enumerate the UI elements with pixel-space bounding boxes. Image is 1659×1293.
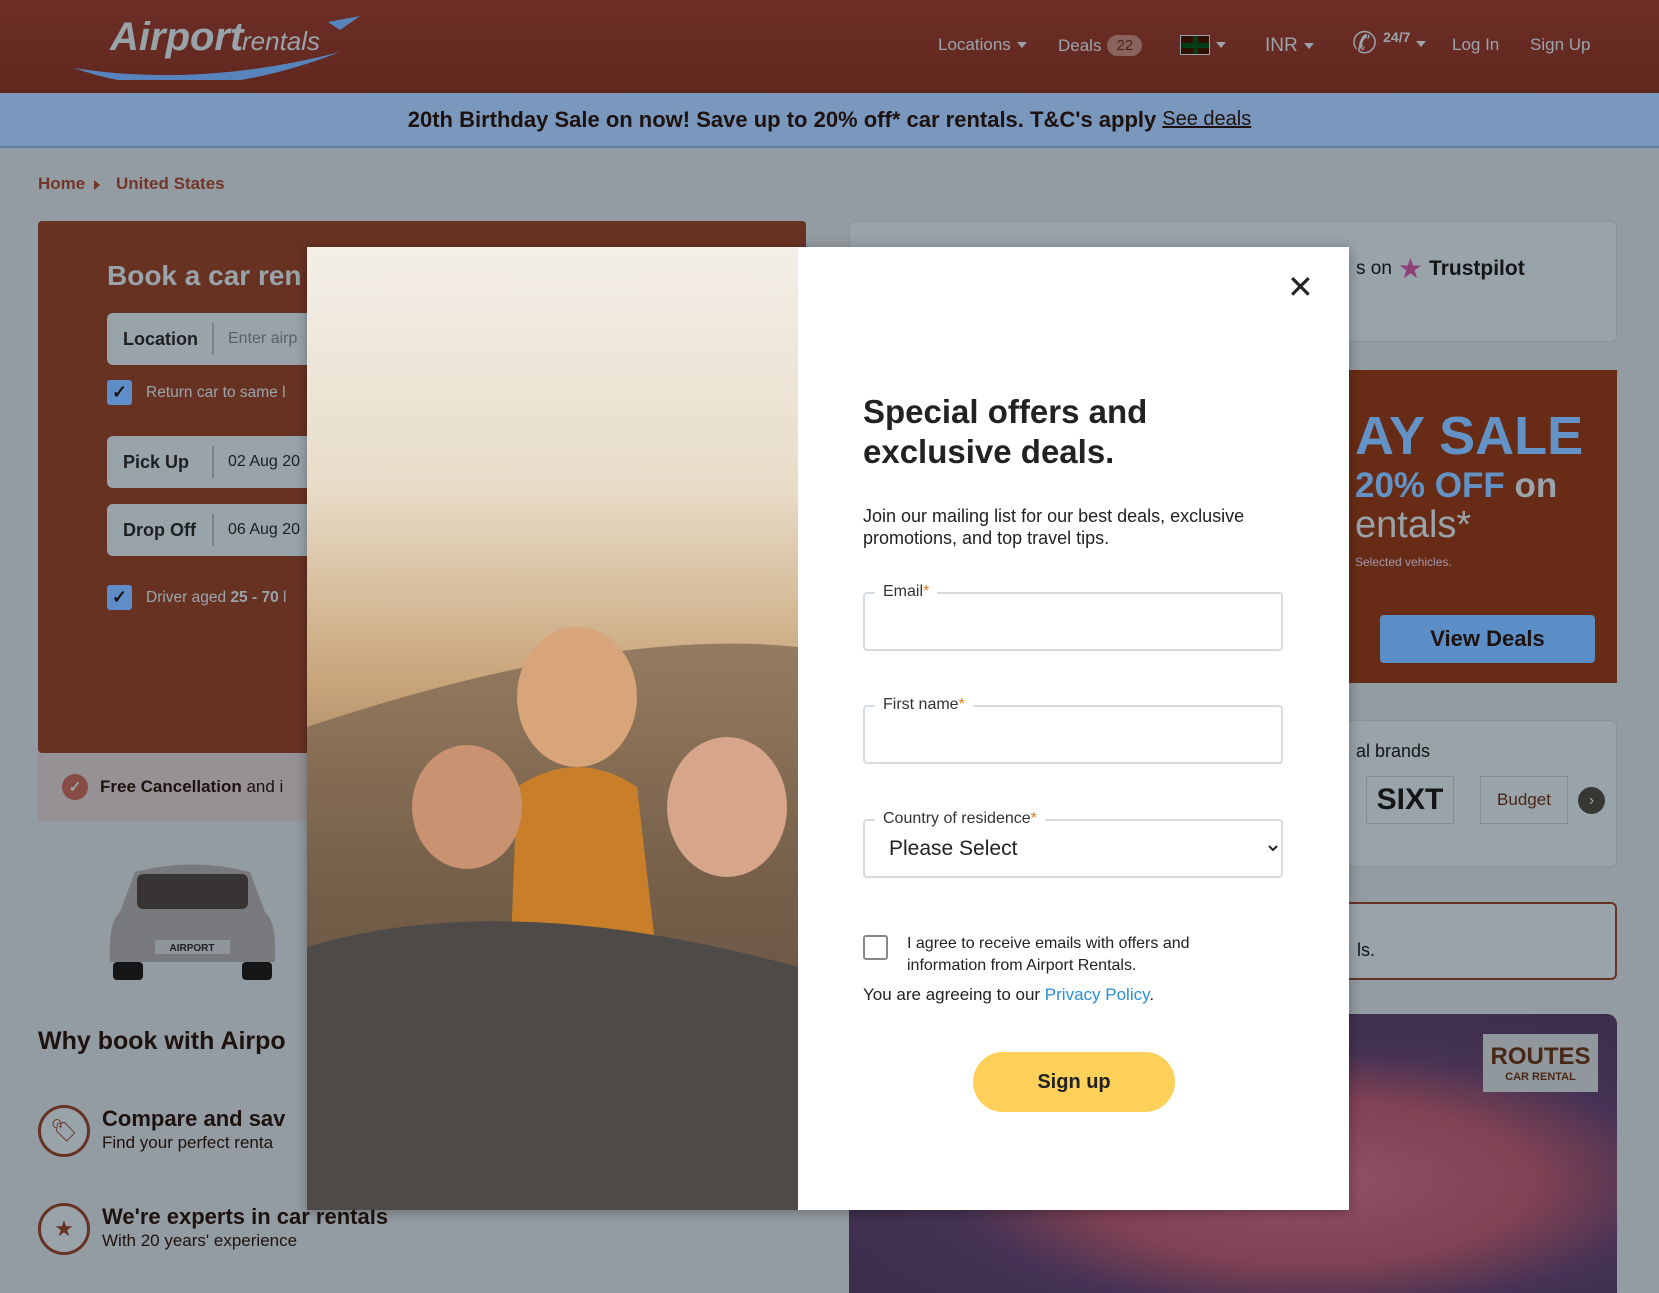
modal-heading: Special offers and exclusive deals. — [863, 393, 1148, 470]
svg-text:Airport: Airport — [109, 15, 245, 59]
price-tag-icon: 🏷 — [38, 1105, 90, 1157]
phone-icon: ✆ — [1352, 27, 1378, 60]
login-link[interactable]: Log In — [1452, 35, 1499, 55]
sixt-logo[interactable]: SIXT — [1366, 776, 1454, 824]
first-name-label: First name* — [875, 696, 973, 714]
phone-label: 24/7 — [1383, 28, 1411, 45]
chevron-down-icon — [1303, 43, 1314, 49]
first-name-field[interactable]: First name* — [863, 696, 1283, 764]
promo-text: 20th Birthday Sale on now! Save up to 20… — [407, 106, 1157, 132]
deals-label: Deals — [1058, 35, 1102, 55]
brands-title: al brands — [1356, 741, 1431, 761]
nav-deals[interactable]: Deals 22 — [1058, 35, 1143, 56]
breadcrumb-home[interactable]: Home — [38, 174, 85, 194]
experts-icon: ★ — [38, 1203, 90, 1255]
family-car-photo — [307, 247, 798, 1210]
svg-text:rentals: rentals — [242, 26, 320, 56]
modal-intro: Join our mailing list for our best deals… — [863, 506, 1245, 548]
currency-selector[interactable]: INR — [1265, 35, 1314, 57]
dropoff-label: Drop Off — [107, 514, 214, 546]
site-header: Airport rentals Locations Deals 22 INR ✆ 24… — [0, 0, 1659, 93]
privacy-text: You are agreeing to our Privacy Policy. — [863, 985, 1155, 1004]
promo-banner: 20th Birthday Sale on now! Save up to 20… — [0, 93, 1659, 148]
trustpilot-prefix: s on — [1356, 257, 1392, 279]
location-placeholder: Enter airp — [228, 330, 298, 347]
email-label: Email* — [875, 583, 938, 601]
deals-count-badge: 22 — [1107, 35, 1143, 56]
phone-support[interactable]: ✆ 24/7 — [1352, 26, 1427, 61]
uk-flag-icon — [1180, 35, 1210, 55]
airport-rentals-logo[interactable]: Airport rentals — [70, 10, 370, 86]
sale-title: AY SALE — [1355, 406, 1584, 466]
breadcrumb-united-states[interactable]: United States — [116, 174, 225, 194]
currency-label: INR — [1265, 35, 1298, 56]
email-field[interactable]: Email* — [863, 583, 1283, 651]
booking-title: Book a car ren — [107, 260, 302, 291]
see-deals-link[interactable]: See deals — [1162, 108, 1251, 131]
driver-age-label: Driver aged 25 - 70 l — [146, 589, 287, 606]
check-circle-icon: ✓ — [62, 774, 88, 800]
breadcrumb-separator-icon — [94, 180, 100, 190]
return-same-checkbox[interactable]: ✓ — [107, 380, 132, 405]
pickup-value: 02 Aug 20 — [228, 453, 301, 470]
feature-title: Compare and sav — [102, 1106, 286, 1131]
driver-age-checkbox[interactable]: ✓ — [107, 585, 132, 610]
carousel-next-icon[interactable]: › — [1578, 787, 1605, 814]
country-label: Country of residence* — [875, 810, 1045, 828]
signup-submit-button[interactable]: Sign up — [973, 1052, 1175, 1112]
free-cancel-text: Free Cancellation — [100, 777, 242, 796]
car-image: AIRPORT — [105, 852, 280, 987]
signup-modal: ✕ Special offers and exclusive deals. Jo… — [307, 247, 1349, 1210]
view-deals-button[interactable]: View Deals — [1380, 615, 1595, 663]
routes-logo: ROUTES CAR RENTAL — [1483, 1034, 1598, 1092]
country-field[interactable]: Country of residence* Please Select — [863, 810, 1283, 878]
locations-label: Locations — [938, 35, 1011, 54]
signup-link[interactable]: Sign Up — [1530, 35, 1590, 55]
first-name-input[interactable] — [865, 707, 1281, 762]
budget-logo[interactable]: Budget — [1480, 776, 1568, 824]
country-select[interactable]: Please Select — [865, 821, 1281, 876]
language-selector[interactable] — [1180, 35, 1226, 55]
chevron-down-icon — [1416, 40, 1427, 47]
sale-subtitle: entals* — [1355, 504, 1472, 546]
dropoff-value: 06 Aug 20 — [228, 521, 301, 538]
return-same-label: Return car to same l — [146, 384, 286, 401]
feature-subtitle: Find your perfect renta — [102, 1133, 274, 1152]
chevron-down-icon — [1216, 42, 1226, 48]
why-book-heading: Why book with Airpo — [38, 1027, 286, 1055]
trustpilot-star-icon: ★ — [1397, 253, 1424, 284]
privacy-policy-link[interactable]: Privacy Policy — [1045, 985, 1150, 1004]
info-text: ls. — [1357, 940, 1375, 960]
location-label: Location — [107, 323, 214, 355]
feature-subtitle: With 20 years' experience — [102, 1231, 298, 1250]
sale-note: Selected vehicles. — [1355, 555, 1452, 569]
nav-locations[interactable]: Locations — [938, 35, 1027, 55]
email-input[interactable] — [865, 594, 1281, 649]
svg-text:AIRPORT: AIRPORT — [170, 943, 215, 954]
pickup-label: Pick Up — [107, 446, 214, 478]
consent-label: I agree to receive emails with offers an… — [907, 935, 1190, 974]
consent-checkbox[interactable] — [863, 935, 888, 960]
close-icon[interactable]: ✕ — [1287, 271, 1314, 303]
chevron-down-icon — [1016, 42, 1027, 48]
trustpilot-logo[interactable]: Trustpilot — [1429, 257, 1525, 281]
sale-discount: 20% OFF — [1355, 466, 1505, 505]
